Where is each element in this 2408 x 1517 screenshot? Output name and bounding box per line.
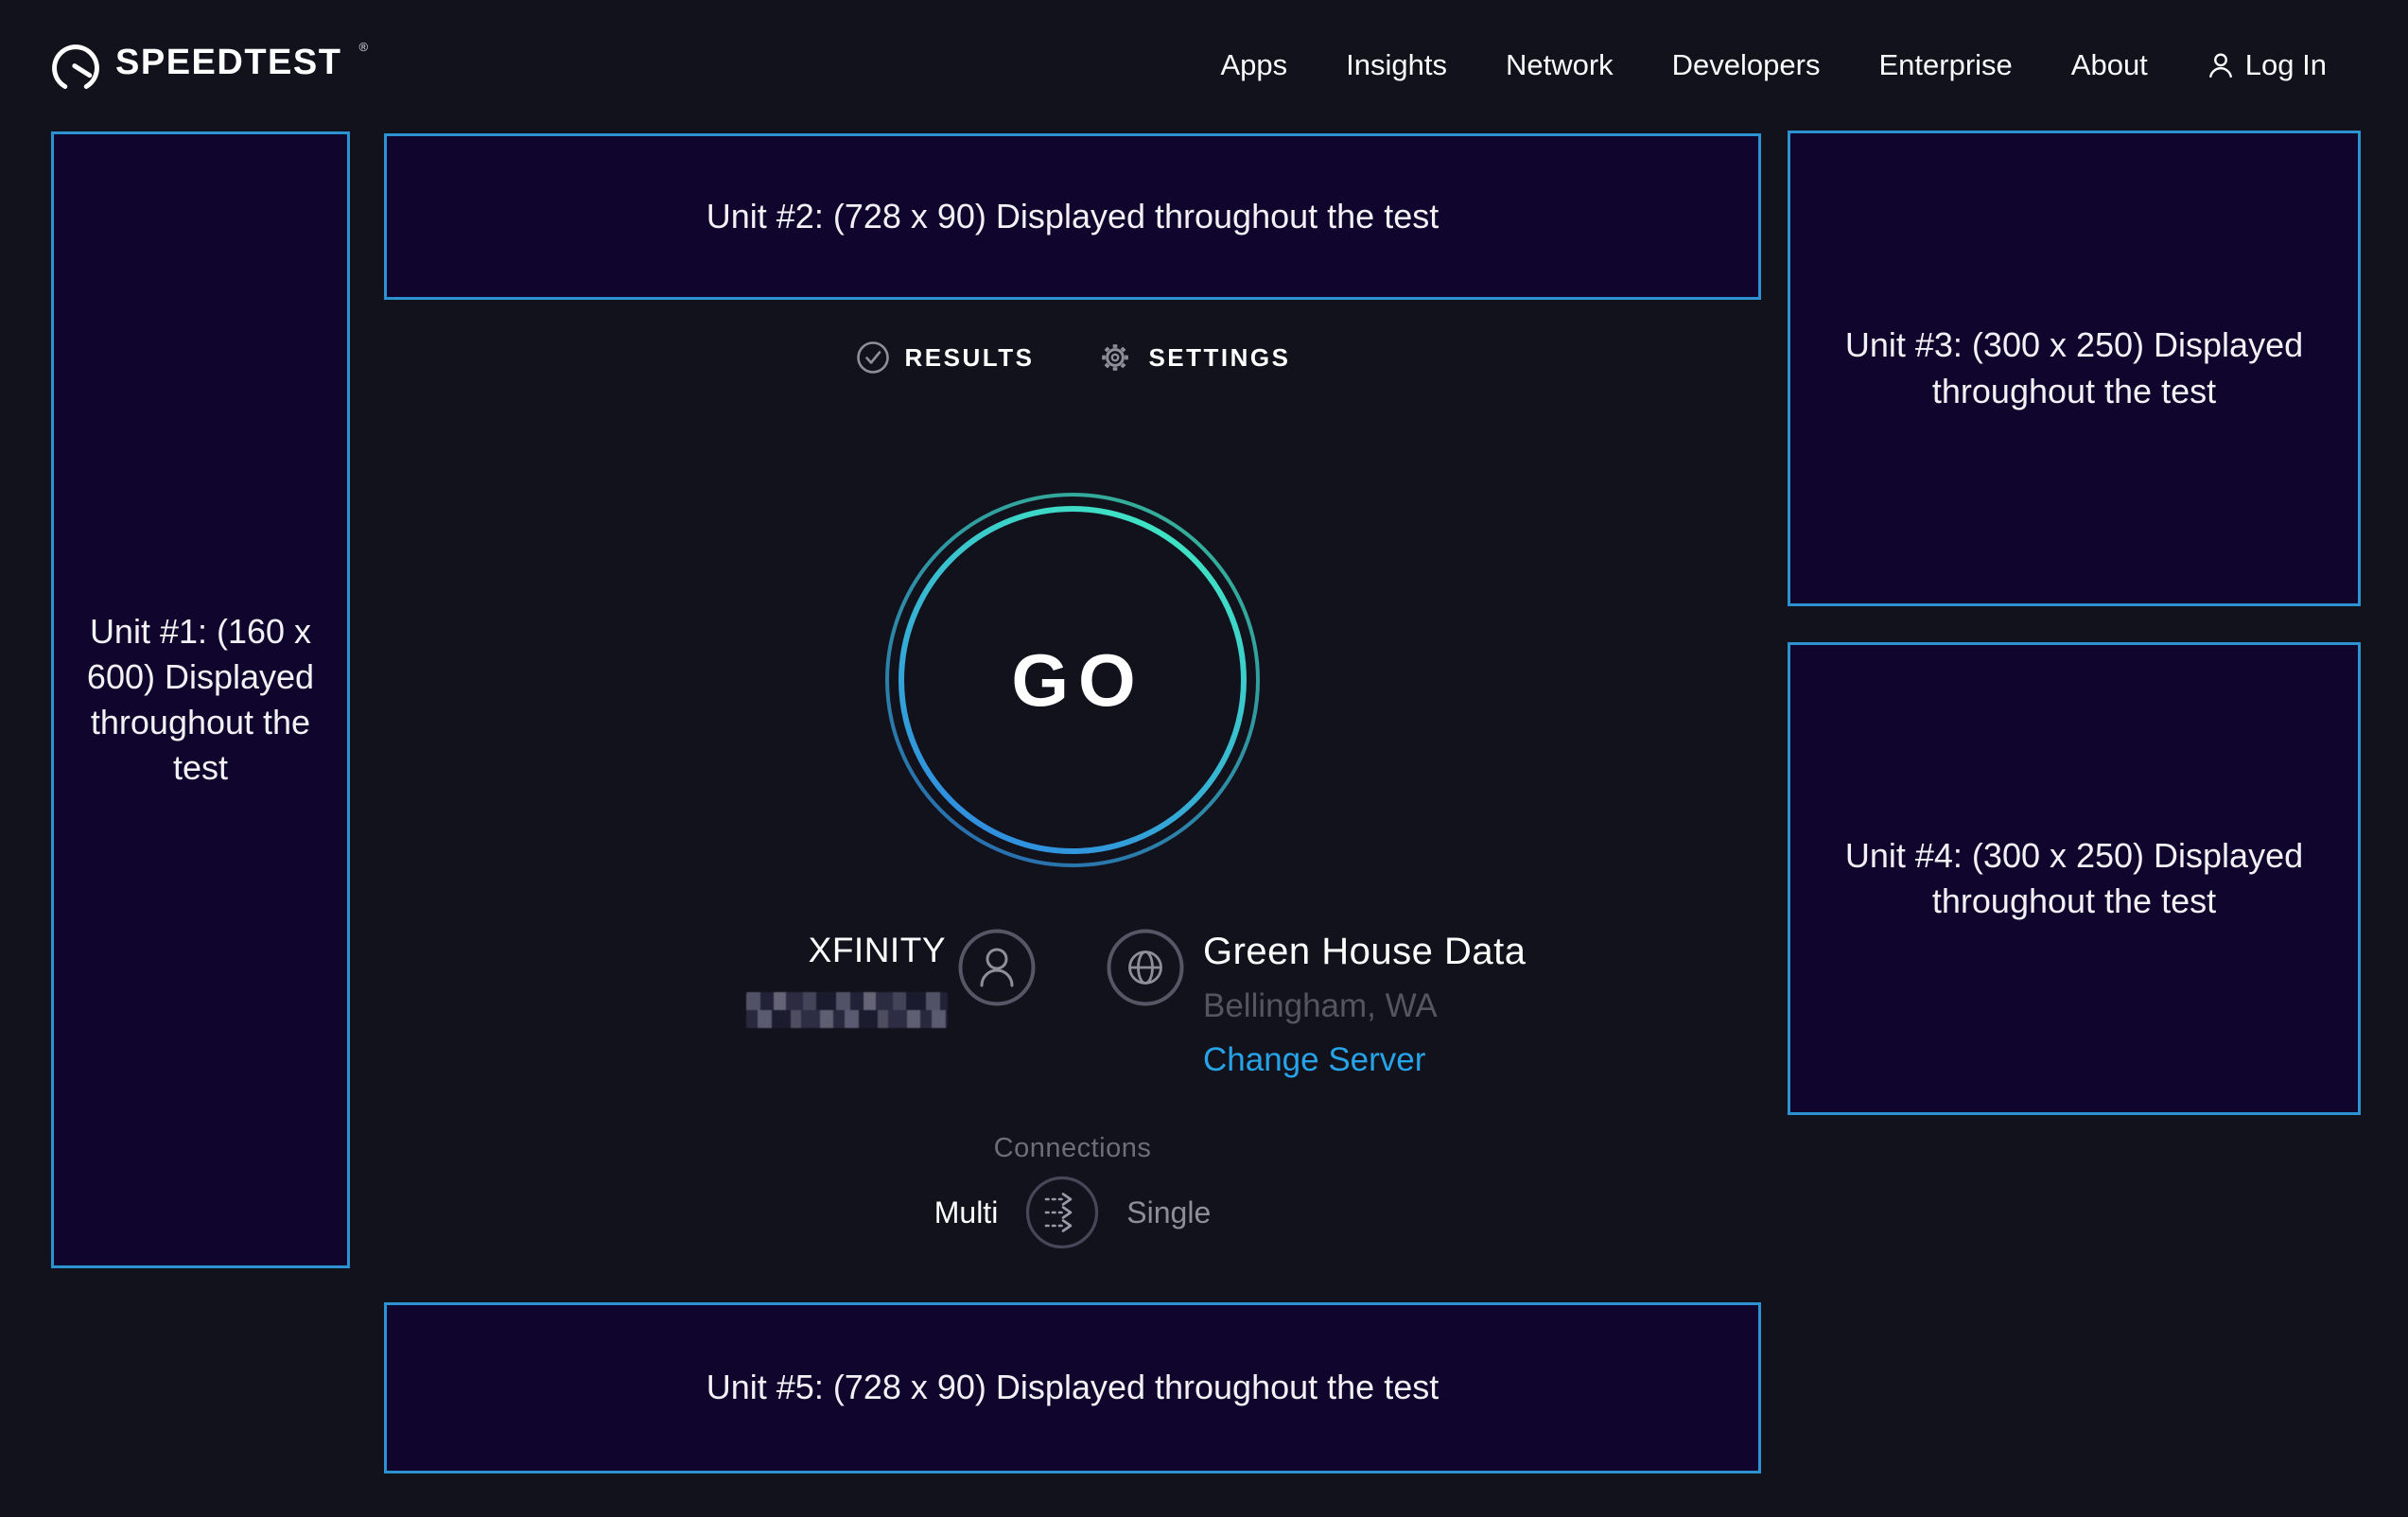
header: SPEEDTEST ® Apps Insights Network Develo… [0, 0, 2408, 131]
logo-text: SPEEDTEST [115, 38, 341, 87]
tab-results[interactable]: RESULTS [855, 340, 1035, 375]
isp-user-circle-icon [957, 928, 1037, 1007]
nav-item-developers[interactable]: Developers [1672, 48, 1821, 82]
login-button[interactable]: Log In [2207, 48, 2327, 82]
user-icon [2207, 51, 2235, 79]
ad-unit-3-label: Unit #3: (300 x 250) Displayed throughou… [1790, 323, 2358, 413]
change-server-link[interactable]: Change Server [1203, 1041, 1527, 1079]
go-label: GO [883, 491, 1262, 869]
nav-item-enterprise[interactable]: Enterprise [1878, 48, 2012, 82]
tab-bar: RESULTS [384, 339, 1761, 376]
connections-row: Multi Single [384, 1175, 1761, 1250]
speedtest-page: SPEEDTEST ® Apps Insights Network Develo… [0, 0, 2408, 1517]
nav-item-network[interactable]: Network [1506, 48, 1614, 82]
nav-item-about[interactable]: About [2071, 48, 2148, 82]
ad-unit-2-label: Unit #2: (728 x 90) Displayed throughout… [682, 194, 1463, 239]
server-info: Green House Data Bellingham, WA Change S… [1203, 931, 1527, 1079]
check-circle-icon [855, 340, 891, 375]
multi-connection-toggle-icon[interactable] [1024, 1175, 1100, 1250]
connections-multi-option[interactable]: Multi [934, 1195, 999, 1230]
gear-icon [1096, 339, 1134, 376]
ad-unit-2[interactable]: Unit #2: (728 x 90) Displayed throughout… [384, 133, 1761, 300]
ad-unit-5-label: Unit #5: (728 x 90) Displayed throughout… [682, 1365, 1463, 1410]
ad-unit-1-label: Unit #1: (160 x 600) Displayed throughou… [54, 609, 347, 792]
connections-heading: Connections [384, 1133, 1761, 1164]
ad-unit-1[interactable]: Unit #1: (160 x 600) Displayed throughou… [51, 131, 350, 1268]
tab-settings-label: SETTINGS [1148, 343, 1290, 373]
logo[interactable]: SPEEDTEST ® [51, 38, 368, 93]
isp-name: XFINITY [605, 931, 946, 970]
ip-address-redacted [746, 992, 948, 1028]
tab-settings[interactable]: SETTINGS [1096, 339, 1290, 376]
go-button[interactable]: GO [883, 491, 1262, 869]
main-nav: Apps Insights Network Developers Enterpr… [1220, 48, 2327, 82]
server-globe-icon [1106, 928, 1185, 1007]
nav-item-apps[interactable]: Apps [1220, 48, 1287, 82]
ad-unit-5[interactable]: Unit #5: (728 x 90) Displayed throughout… [384, 1302, 1761, 1473]
ad-unit-4[interactable]: Unit #4: (300 x 250) Displayed throughou… [1788, 642, 2361, 1115]
gauge-icon [51, 44, 100, 93]
connections-single-option[interactable]: Single [1126, 1195, 1211, 1230]
nav-item-insights[interactable]: Insights [1346, 48, 1447, 82]
server-location: Bellingham, WA [1203, 987, 1527, 1025]
ad-unit-4-label: Unit #4: (300 x 250) Displayed throughou… [1790, 833, 2358, 924]
server-name: Green House Data [1203, 931, 1527, 973]
ad-unit-3[interactable]: Unit #3: (300 x 250) Displayed throughou… [1788, 131, 2361, 606]
tab-results-label: RESULTS [905, 343, 1035, 373]
login-label: Log In [2245, 48, 2327, 82]
logo-trademark: ® [358, 38, 368, 57]
